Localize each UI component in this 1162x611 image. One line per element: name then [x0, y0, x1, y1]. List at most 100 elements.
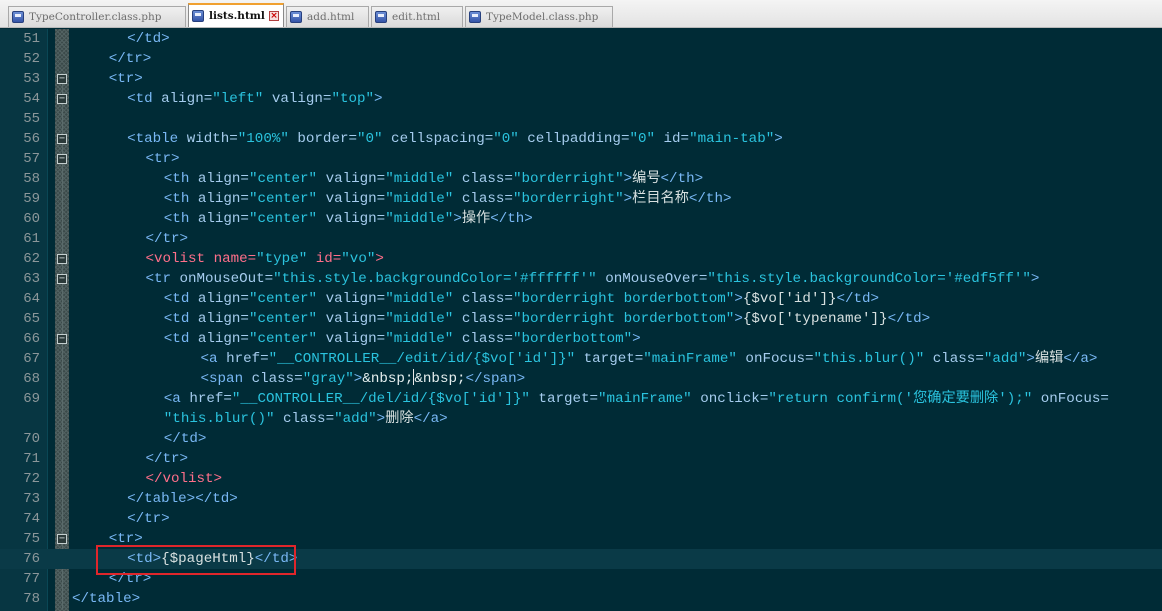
code-line[interactable]: "this.blur()" class="add">删除</a>	[0, 409, 1162, 429]
code-token: </span>	[465, 371, 526, 387]
fold-toggle-icon[interactable]: −	[57, 94, 67, 104]
code-line[interactable]: 63− <tr onMouseOut="this.style.background…	[0, 269, 1162, 289]
code-line[interactable]: 53 − <tr>	[0, 69, 1162, 89]
code-token: >	[453, 211, 462, 227]
code-token: target=	[529, 391, 599, 407]
fold-toggle-icon[interactable]: −	[57, 534, 67, 544]
code-text: <a href="__CONTROLLER__/edit/id/{$vo['id…	[201, 349, 1098, 369]
code-line[interactable]: 60 <th align="center" valign="middle">操作<…	[0, 209, 1162, 229]
line-number: 57	[23, 151, 40, 167]
code-token: "center"	[248, 171, 318, 187]
line-number: 62	[23, 251, 40, 267]
line-number: 76	[23, 551, 40, 567]
code-token: {$vo['typename']}	[742, 311, 888, 327]
code-line[interactable]: 65 <td align="center" valign="middle" cla…	[0, 309, 1162, 329]
code-line[interactable]: 78 </table>	[0, 589, 1162, 609]
code-token: 栏目名称	[632, 191, 689, 207]
code-token: 编号	[632, 171, 661, 187]
code-token: href=	[226, 351, 269, 367]
code-token: "add"	[983, 351, 1027, 367]
code-token: <table	[127, 131, 187, 147]
file-icon	[192, 10, 204, 22]
code-token: </th>	[490, 211, 533, 227]
code-token: "this.blur()"	[813, 351, 925, 367]
code-token: align=	[197, 211, 249, 227]
code-line[interactable]: 62 − <volist name="type" id="vo">	[0, 249, 1162, 269]
code-token: valign=	[317, 291, 386, 307]
code-text: </tr>	[145, 449, 188, 469]
code-token: </td>	[887, 311, 931, 327]
fold-toggle-icon[interactable]: −	[57, 254, 67, 264]
code-token: "middle"	[385, 211, 454, 227]
tab-2[interactable]: add.html×	[286, 6, 369, 27]
code-token: "return confirm('您确定要删除');"	[768, 391, 1033, 407]
code-token: >	[632, 331, 641, 347]
code-line[interactable]: 69 <a href="__CONTROLLER__/del/id/{$vo['i…	[0, 389, 1162, 409]
code-line[interactable]: 55	[0, 109, 1162, 129]
code-token: >	[623, 191, 633, 207]
code-token: "add"	[334, 411, 377, 427]
code-token: onMouseOut=	[179, 271, 274, 287]
fold-toggle-icon[interactable]: −	[57, 334, 67, 344]
code-token: </table></td>	[127, 491, 238, 507]
code-token: >	[623, 171, 633, 187]
code-line[interactable]: 57 − <tr>	[0, 149, 1162, 169]
code-token: &nbsp;	[414, 371, 466, 387]
code-token: >	[1026, 351, 1035, 367]
code-text: <tr onMouseOut="this.style.backgroundCol…	[145, 269, 1039, 289]
tab-3[interactable]: edit.html×	[371, 6, 463, 27]
line-number: 60	[23, 211, 40, 227]
code-token: onFocus=	[1032, 391, 1109, 407]
code-line[interactable]: 59 <th align="center" valign="middle" cla…	[0, 189, 1162, 209]
code-line[interactable]: 67 <a href="__CONTROLLER__/edit/id/{$vo['…	[0, 349, 1162, 369]
code-text: <th align="center" valign="middle" class…	[164, 169, 703, 189]
code-editor[interactable]: 51 </td> 52 </tr> 53− <tr> 54− <td align="left"…	[0, 29, 1162, 611]
fold-toggle-icon[interactable]: −	[57, 154, 67, 164]
fold-toggle-icon[interactable]: −	[57, 134, 67, 144]
tab-4[interactable]: TypeModel.class.php×	[465, 6, 613, 27]
tab-1[interactable]: lists.html ×	[188, 3, 284, 27]
code-token: "__CONTROLLER__/edit/id/{$vo['id']}"	[268, 351, 576, 367]
fold-toggle-icon[interactable]: −	[57, 274, 67, 284]
code-token: </th>	[660, 171, 704, 187]
code-token: <td	[127, 91, 162, 107]
line-number: 77	[23, 571, 40, 587]
tab-0[interactable]: TypeController.class.php×	[8, 6, 186, 27]
code-line[interactable]: 71 </tr>	[0, 449, 1162, 469]
fold-toggle-icon[interactable]: −	[57, 74, 67, 84]
code-line[interactable]: 54 − <td align="left" valign="top">	[0, 89, 1162, 109]
code-line[interactable]: 64 <td align="center" valign="middle" cla…	[0, 289, 1162, 309]
code-text: <tr>	[109, 69, 143, 89]
line-number: 78	[23, 591, 40, 607]
code-line[interactable]: 74 </tr>	[0, 509, 1162, 529]
code-line[interactable]: 68 <span class="gray">&nbsp;&nbsp;</span>	[0, 369, 1162, 389]
code-token: "borderright"	[512, 191, 624, 207]
close-tab-icon[interactable]: ×	[269, 11, 279, 21]
code-token: class=	[924, 351, 984, 367]
line-number: 64	[23, 291, 40, 307]
code-token: class=	[453, 291, 513, 307]
line-number: 55	[23, 111, 40, 127]
code-line[interactable]: 72 </volist>	[0, 469, 1162, 489]
code-line[interactable]: 61 </tr>	[0, 229, 1162, 249]
code-token: "__CONTROLLER__/del/id/{$vo['id']}"	[231, 391, 530, 407]
code-text: </tr>	[127, 509, 170, 529]
code-line[interactable]: 56− <table width="100%" border="0" cellsp…	[0, 129, 1162, 149]
code-token: </td>	[836, 291, 880, 307]
code-line[interactable]: 66 − <td align="center" valign="middle" cl…	[0, 329, 1162, 349]
code-token: id=	[655, 131, 690, 147]
line-number: 72	[23, 471, 40, 487]
code-token: </volist>	[145, 471, 223, 487]
code-line[interactable]: 58 <th align="center" valign="middle" cla…	[0, 169, 1162, 189]
code-line[interactable]: 51 </td>	[0, 29, 1162, 49]
code-line[interactable]: 52 </tr>	[0, 49, 1162, 69]
code-text: <table width="100%" border="0" cellspaci…	[127, 129, 783, 149]
code-line[interactable]: 70 </td>	[0, 429, 1162, 449]
code-token: "vo"	[341, 251, 376, 267]
line-number: 66	[23, 331, 40, 347]
document-tab-bar: TypeController.class.php× lists.html × add.…	[0, 0, 1162, 28]
line-number: 59	[23, 191, 40, 207]
code-line[interactable]: 73 </table></td>	[0, 489, 1162, 509]
tab-label: TypeController.class.php	[29, 11, 162, 23]
code-token: "borderright borderbottom"	[512, 291, 735, 307]
